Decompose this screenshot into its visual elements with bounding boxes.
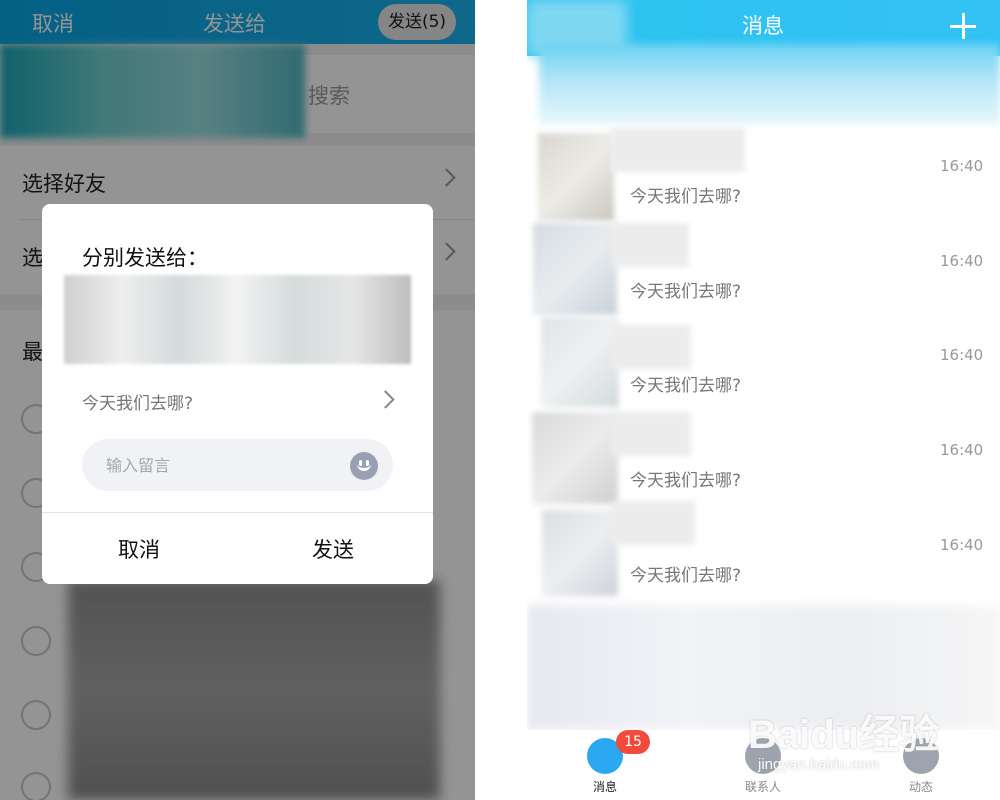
chat-time: 16:40 [940, 252, 984, 270]
avatar [538, 133, 614, 221]
blurred-name [611, 325, 691, 369]
blurred-name [611, 128, 745, 172]
messages-screen: 消息 16:40 今天我们去哪? 16:40 今天我们去哪? 16:40 今天我… [527, 0, 1000, 800]
emoji-icon[interactable] [350, 452, 378, 480]
emoji-mouth [357, 462, 371, 471]
blurred-name [611, 501, 695, 545]
page-title: 消息 [742, 14, 784, 38]
chat-time: 16:40 [940, 346, 984, 364]
unread-badge: 15 [616, 730, 650, 754]
blurred-search-bar [539, 44, 1000, 124]
dialog-cancel-button[interactable]: 取消 [118, 534, 160, 564]
send-dialog: 分别发送给： 今天我们去哪? 取消 发送 [42, 204, 433, 584]
chat-last-message: 今天我们去哪? [630, 187, 742, 207]
divider [42, 512, 433, 513]
dialog-send-button[interactable]: 发送 [312, 534, 354, 564]
avatar [541, 317, 619, 407]
watermark-url: jingyan.baidu.com [758, 756, 879, 773]
blurred-recipients [64, 275, 411, 364]
plus-icon[interactable] [950, 13, 976, 39]
chat-time: 16:40 [940, 536, 984, 554]
chat-last-message: 今天我们去哪? [630, 471, 742, 491]
dialog-title: 分别发送给： [82, 246, 208, 270]
blurred-name [611, 223, 689, 267]
avatar [533, 223, 617, 315]
share-screen: 取消 发送给 发送(5) 搜索 选择好友 选 最 分别发送给： 今天我们去哪? … [0, 0, 475, 800]
watermark-brand: Baidu经验 [748, 713, 940, 757]
avatar [542, 510, 618, 596]
chat-item[interactable]: 16:40 今天我们去哪? [527, 128, 1000, 223]
chat-item[interactable]: 16:40 今天我们去哪? [527, 412, 1000, 507]
blurred-name [611, 412, 691, 456]
chat-item[interactable]: 16:40 今天我们去哪? [527, 223, 1000, 318]
chat-time: 16:40 [940, 157, 984, 175]
chat-last-message: 今天我们去哪? [630, 566, 742, 586]
chat-last-message: 今天我们去哪? [630, 282, 742, 302]
shared-message: 今天我们去哪? [82, 394, 194, 414]
chevron-right-icon[interactable] [376, 390, 395, 409]
chat-item[interactable]: 16:40 今天我们去哪? [527, 317, 1000, 412]
chat-time: 16:40 [940, 441, 984, 459]
chat-last-message: 今天我们去哪? [630, 376, 742, 396]
comment-input[interactable] [82, 439, 393, 491]
avatar [532, 412, 618, 504]
tab-label: 消息 [592, 780, 617, 794]
chat-item[interactable]: 16:40 今天我们去哪? [527, 501, 1000, 602]
baidu-watermark: Baidu经验 jingyan.baidu.com [740, 690, 1000, 800]
